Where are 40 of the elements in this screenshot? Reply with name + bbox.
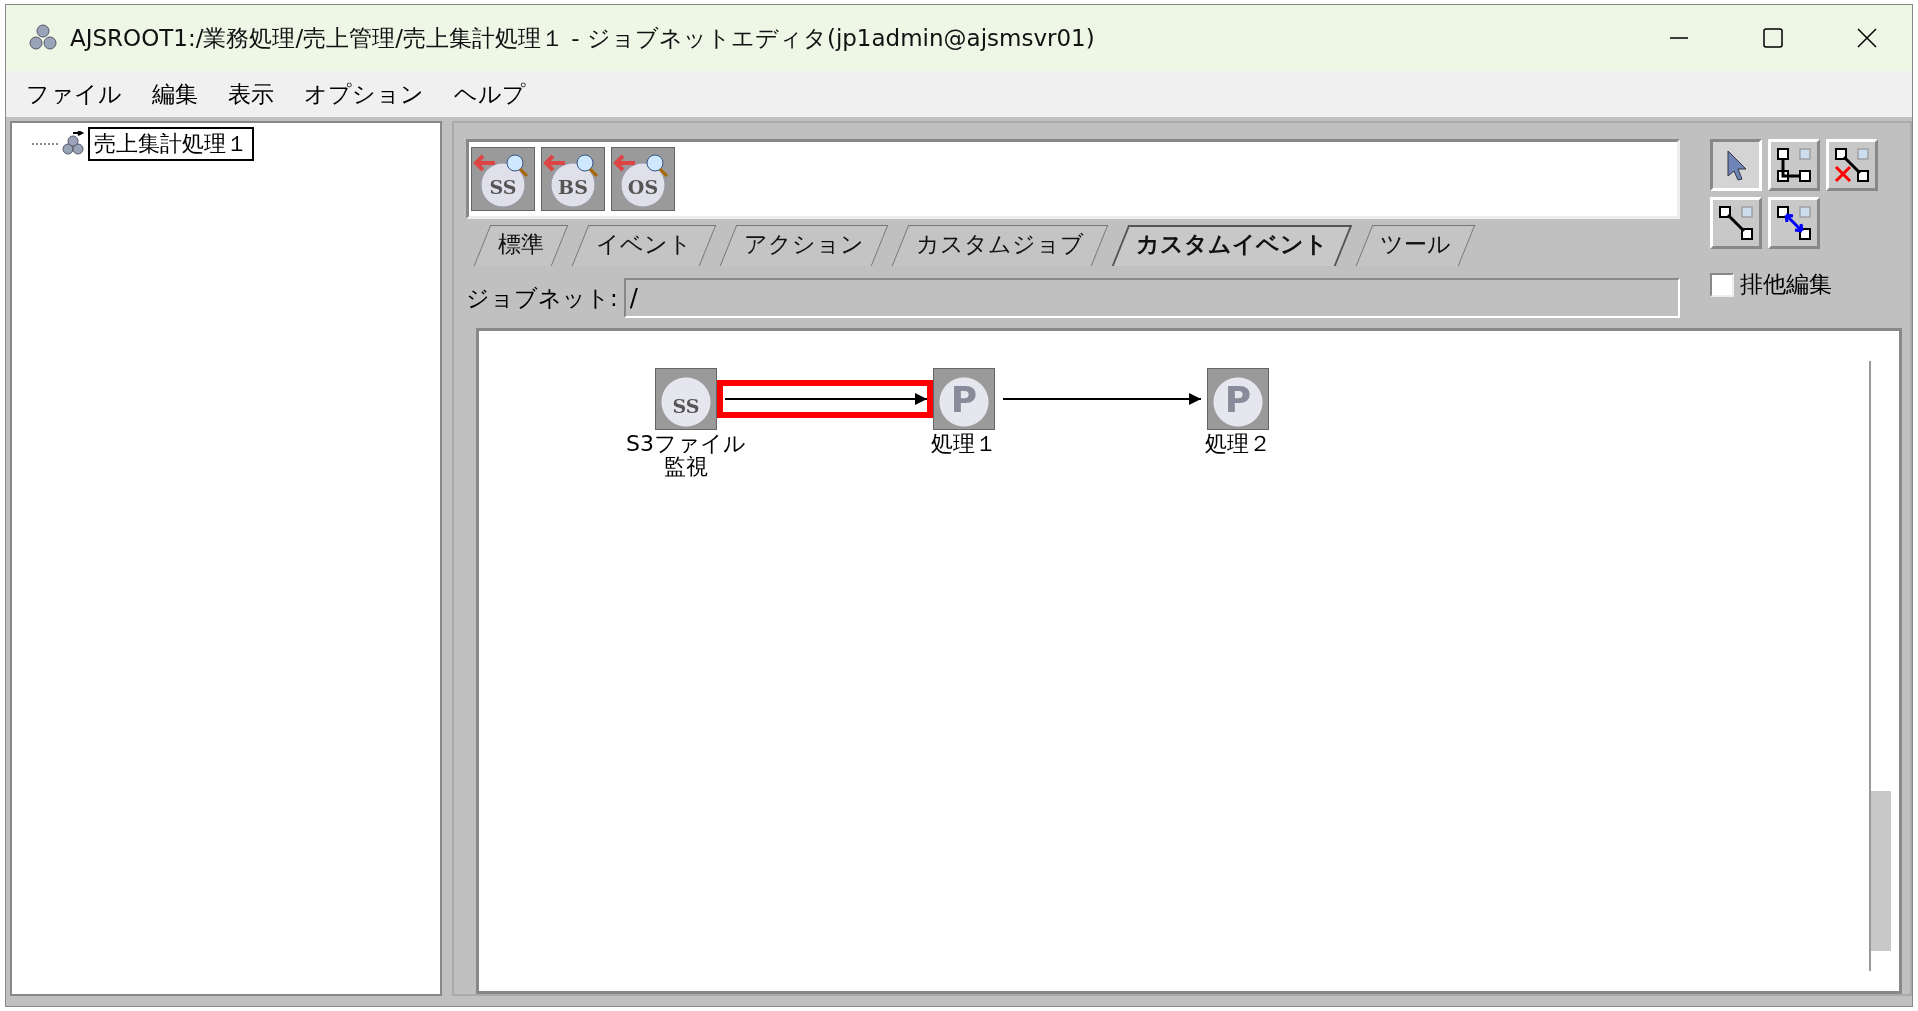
checkbox-label: 排他編集 bbox=[1740, 270, 1832, 299]
menu-item[interactable]: オプション bbox=[304, 78, 424, 110]
tab[interactable]: カスタムジョブ bbox=[890, 225, 1110, 266]
disconnect-tool-button[interactable] bbox=[1826, 139, 1878, 191]
tree-connector bbox=[32, 143, 58, 145]
jobnet-label: ジョブネット: bbox=[466, 283, 618, 313]
jobnet-icon bbox=[60, 131, 86, 157]
menu-item[interactable]: 編集 bbox=[152, 78, 198, 110]
connect-tool-button[interactable] bbox=[1768, 139, 1820, 191]
maximize-icon[interactable] bbox=[1762, 27, 1784, 49]
node-label: 処理１ bbox=[931, 432, 997, 456]
window-title: AJSROOT1:/業務処理/売上管理/売上集計処理１ - ジョブネットエディタ(jp1admin@ajsmsvr01) bbox=[70, 23, 1095, 53]
reverse-tool-button[interactable] bbox=[1768, 197, 1820, 249]
network-nodes-icon bbox=[28, 23, 58, 53]
event-palette-icon[interactable]: OS bbox=[611, 147, 675, 211]
select-tool-button[interactable] bbox=[1710, 139, 1762, 191]
close-icon[interactable] bbox=[1856, 27, 1878, 49]
node-link-icon bbox=[1716, 203, 1756, 243]
tab[interactable]: カスタムイベント bbox=[1110, 225, 1354, 266]
tab[interactable]: 標準 bbox=[472, 225, 570, 266]
tab[interactable]: アクション bbox=[718, 225, 890, 266]
menu-item[interactable]: ヘルプ bbox=[454, 78, 526, 110]
tab[interactable]: イベント bbox=[570, 225, 718, 266]
node-label: S3ファイル bbox=[626, 432, 746, 456]
event-palette-icon[interactable]: SS bbox=[471, 147, 535, 211]
event-node-icon[interactable]: SS bbox=[655, 368, 717, 430]
event-palette-icon[interactable]: BS bbox=[541, 147, 605, 211]
node-label: 処理２ bbox=[1205, 432, 1271, 456]
tree-item[interactable]: 売上集計処理１ bbox=[88, 127, 254, 161]
vertical-scrollbar[interactable] bbox=[1869, 361, 1891, 971]
tab[interactable]: ツール bbox=[1354, 225, 1477, 266]
node-label: 監視 bbox=[664, 455, 708, 479]
relation-tool-button[interactable] bbox=[1710, 197, 1762, 249]
node-link-icon bbox=[1774, 145, 1814, 185]
menu-item[interactable]: ファイル bbox=[26, 78, 122, 110]
menu-item[interactable]: 表示 bbox=[228, 78, 274, 110]
jobnet-field[interactable]: / bbox=[623, 278, 1680, 318]
node-link-icon bbox=[1774, 203, 1814, 243]
exclusive-edit-checkbox[interactable] bbox=[1710, 272, 1734, 297]
node-link-icon bbox=[1832, 145, 1872, 185]
